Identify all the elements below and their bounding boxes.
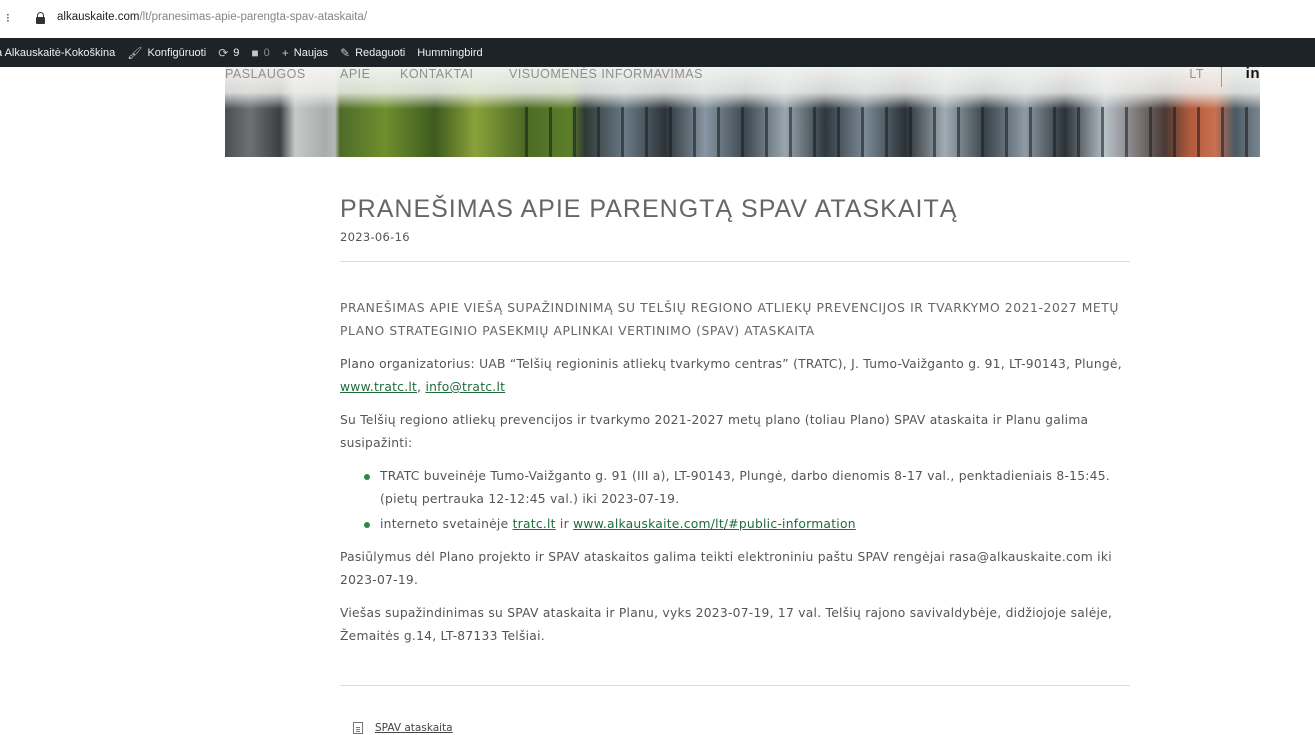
proposals-paragraph: Pasiūlymus dėl Plano projekto ir SPAV at… [340,550,1112,587]
divider [340,685,1130,686]
nav-item-contacts[interactable]: KONTAKTAI [400,67,474,81]
public-information-link[interactable]: www.alkauskaite.com/lt/#public-informati… [573,517,856,531]
locations-list: TRATC buveinėje Tumo-Vaižganto g. 91 (II… [340,465,1130,536]
nav-item-public-information[interactable]: VISUOMENĖS INFORMAVIMAS [509,67,703,81]
linkedin-icon[interactable]: in [1246,67,1260,82]
url-text[interactable]: alkauskaite.com/lt/pranesimas-apie-paren… [57,11,367,23]
customize-link[interactable]: 🖌 Konfigūruoti [127,46,206,60]
article-body: PRANEŠIMAS APIE VIEŠĄ SUPAŽINDINIMĄ SU T… [340,297,1130,658]
comment-icon: ■ [251,45,259,60]
updates-link[interactable]: ⟳ 9 [218,46,239,60]
lock-icon[interactable] [36,12,45,24]
pencil-icon: ✎ [340,45,351,60]
attachment-link[interactable]: SPAV ataskaita [353,722,453,734]
list-item: interneto svetainėje tratc.lt ir www.alk… [340,513,1130,536]
wp-admin-bar: a Alkauskaitė-Kokoškina 🖌 Konfigūruoti ⟳ 9… [0,38,1315,67]
brush-icon: 🖌 [127,45,143,60]
edit-link[interactable]: ✎ Redaguoti [340,46,405,60]
intro-paragraph: Su Telšių regiono atliekų prevencijos ir… [340,413,1089,450]
language-switcher[interactable]: LT [1189,67,1204,81]
header-hero-image: PASLAUGOS APIE KONTAKTAI VISUOMENĖS INFO… [225,67,1260,157]
article: PRANEŠIMAS APIE PARENGTĄ SPAV ATASKAITĄ … [340,195,1130,686]
hummingbird-link[interactable]: Hummingbird [417,47,482,59]
plus-icon: + [281,45,289,60]
nav-item-about[interactable]: APIE [340,67,371,81]
refresh-icon: ⟳ [218,45,229,60]
bullet-icon [364,474,370,480]
page-title: PRANEŠIMAS APIE PARENGTĄ SPAV ATASKAITĄ [340,195,958,223]
nav-divider [1221,67,1222,87]
tratc-email-link[interactable]: info@tratc.lt [425,380,505,394]
admin-user-link[interactable]: a Alkauskaitė-Kokoškina [0,47,115,59]
main-nav: PASLAUGOS APIE KONTAKTAI VISUOMENĖS INFO… [225,67,1260,89]
list-item: TRATC buveinėje Tumo-Vaižganto g. 91 (II… [340,465,1130,511]
new-content-link[interactable]: + Naujas [282,46,328,60]
bullet-icon [364,522,370,528]
tratc-site-link[interactable]: www.tratc.lt [340,380,417,394]
tratc-link[interactable]: tratc.lt [513,517,556,531]
lead-paragraph: PRANEŠIMAS APIE VIEŠĄ SUPAŽINDINIMĄ SU T… [340,301,1120,338]
file-icon [353,722,363,734]
post-date: 2023-06-16 [340,230,410,244]
meeting-paragraph: Viešas supažindinimas su SPAV ataskaita … [340,606,1113,643]
divider [340,261,1130,262]
nav-item-services[interactable]: PASLAUGOS [225,67,306,81]
organizer-paragraph: Plano organizatorius: UAB “Telšių region… [340,357,1122,394]
comments-link[interactable]: ■ 0 [251,46,269,60]
admin-user-name: a Alkauskaitė-Kokoškina [0,46,116,59]
browser-menu-icon[interactable]: ⁝ [6,11,10,25]
browser-address-bar[interactable]: ⁝ alkauskaite.com/lt/pranesimas-apie-par… [0,0,1315,38]
